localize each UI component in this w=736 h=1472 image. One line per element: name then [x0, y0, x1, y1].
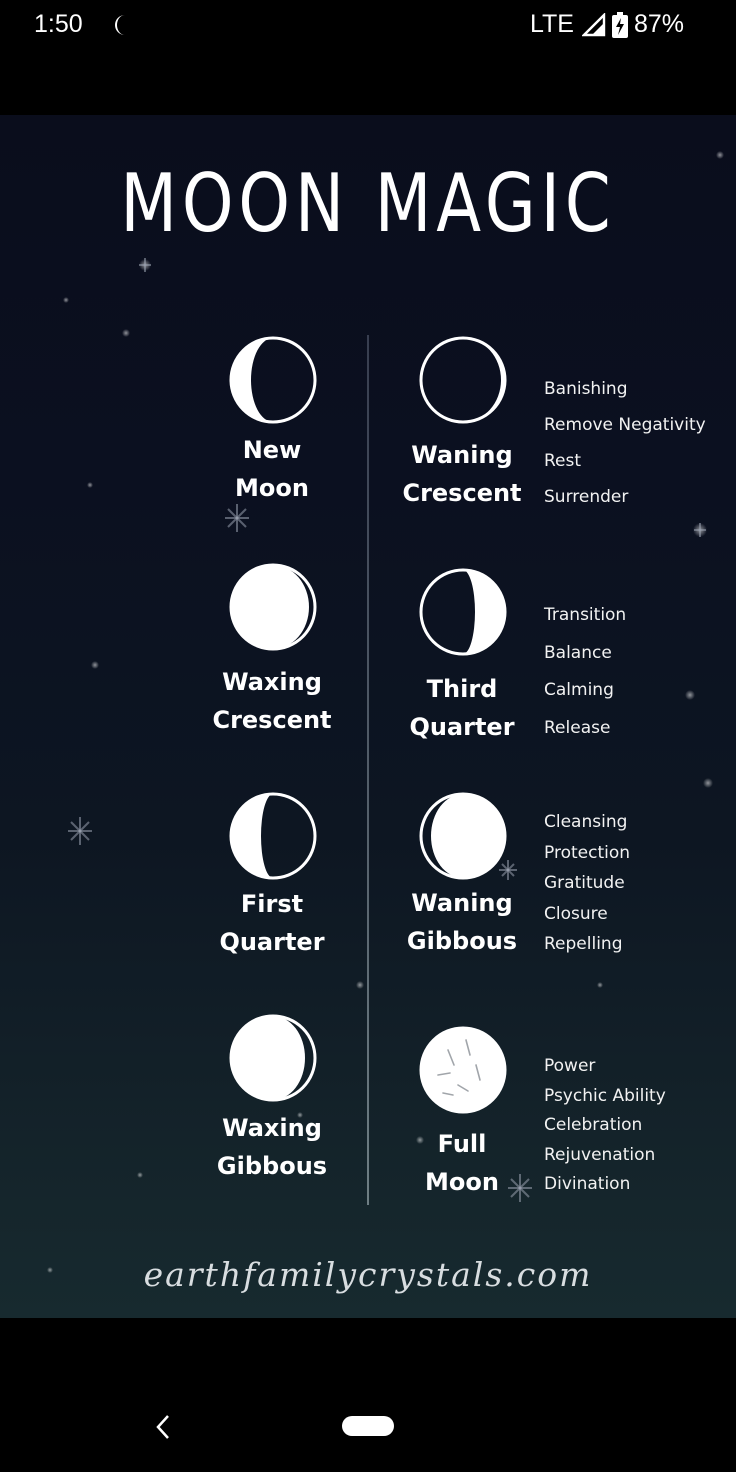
phase-name: Full Moon	[425, 1130, 499, 1196]
status-bar: 1:50 LTE 87%	[0, 0, 736, 52]
waxing-crescent-icon	[229, 563, 317, 651]
back-chevron-icon[interactable]	[152, 1412, 174, 1442]
battery-charging-icon	[611, 11, 628, 38]
phase-properties: Banishing Remove Negativity Rest Surrend…	[544, 379, 706, 507]
home-pill-button[interactable]	[342, 1416, 394, 1436]
signal-icon	[581, 12, 606, 36]
clock: 1:50	[34, 10, 83, 38]
phase-name: First Quarter	[219, 890, 325, 956]
network-type: LTE	[529, 10, 574, 38]
do-not-disturb-moon-icon	[115, 15, 125, 35]
first-quarter-icon	[229, 792, 317, 880]
phase-name: Waning Crescent	[402, 441, 522, 507]
waning-gibbous-icon	[419, 792, 507, 880]
column-divider	[367, 335, 369, 1205]
phase-name: New Moon	[235, 436, 309, 502]
phase-name: Waxing Crescent	[212, 668, 332, 734]
moon-magic-poster[interactable]: MOON MAGIC NewMoon New Begining Cleansin…	[0, 115, 736, 1318]
phase-name: Waning Gibbous	[406, 889, 518, 955]
phase-properties: Transition Balance Calming Release	[544, 605, 627, 738]
waning-crescent-icon	[419, 336, 507, 424]
phase-properties: Power Psychic Ability Celebration Rejuve…	[544, 1056, 666, 1194]
status-indicators: LTE 87%	[530, 10, 684, 39]
footer-website-url: earthfamilycrystals.com	[143, 1255, 593, 1294]
phase-properties: Cleansing Protection Gratitude Closure R…	[544, 812, 631, 954]
phase-name: Waxing Gibbous	[216, 1114, 328, 1180]
navigation-bar	[0, 1318, 736, 1472]
phase-name: Third Quarter	[409, 675, 515, 741]
full-moon-icon	[419, 1026, 507, 1114]
battery-percent: 87%	[633, 10, 684, 38]
waxing-gibbous-icon	[229, 1014, 317, 1102]
poster-title: MOON MAGIC	[120, 157, 616, 250]
third-quarter-icon	[419, 568, 507, 656]
new-moon-icon	[229, 336, 317, 424]
